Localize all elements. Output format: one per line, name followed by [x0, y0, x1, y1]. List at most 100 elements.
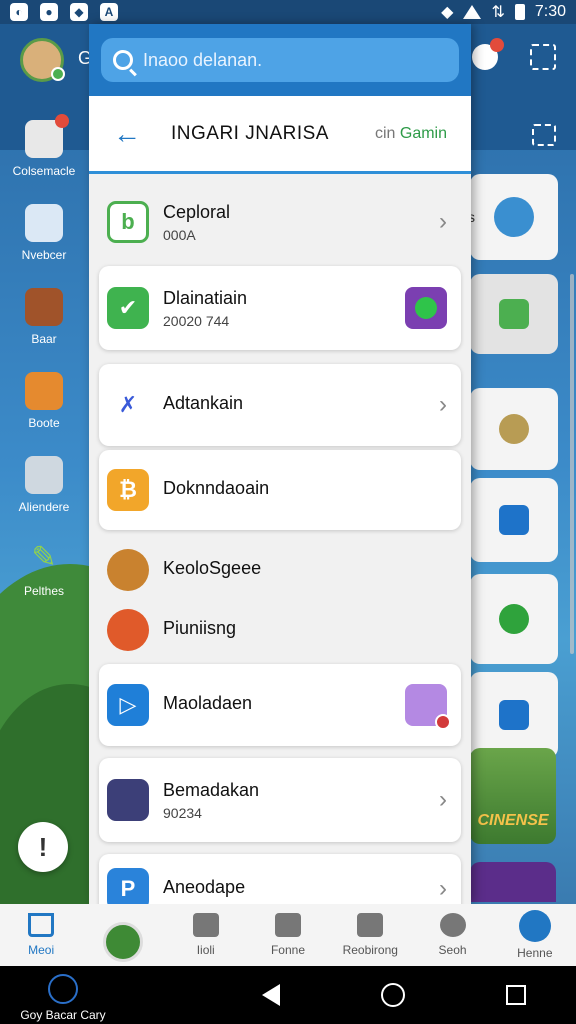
- drawer-subtitle: cin Gamin: [375, 125, 447, 143]
- document-icon: P: [107, 868, 149, 904]
- app-card[interactable]: [470, 274, 558, 354]
- game-title: CINENSE: [477, 812, 549, 829]
- recents-icon[interactable]: [505, 985, 526, 1005]
- game-card[interactable]: [470, 862, 556, 902]
- data-icon: ⇅: [491, 4, 505, 21]
- chevron-right-icon: ›: [439, 391, 447, 418]
- search-input[interactable]: Inaoo delanan.: [101, 38, 459, 82]
- list-item[interactable]: b Ceploral 000A ›: [99, 184, 461, 260]
- item-title: Ceploral: [163, 201, 231, 222]
- item-title: Aneodape: [163, 876, 246, 897]
- rail-item[interactable]: ✎ Pelthes: [0, 540, 88, 598]
- list-item[interactable]: ▷ Maoladaen: [99, 664, 461, 746]
- back-arrow-icon[interactable]: ←: [113, 118, 141, 150]
- profile-icon[interactable]: [472, 38, 504, 70]
- nav-more[interactable]: Henne: [494, 904, 576, 966]
- navigation-drawer: Inaoo delanan. ← INGARI JNARISA cin Gami…: [89, 24, 471, 904]
- item-title: Bemadakan: [163, 779, 260, 800]
- badge: [55, 114, 69, 128]
- gear-icon: [499, 604, 529, 634]
- item-title: Piuniisng: [163, 617, 237, 638]
- status-bar: ◐ ● ◆ A ◆ ⇅ 7:30: [0, 0, 576, 24]
- signal-icon: [463, 5, 482, 19]
- location-card[interactable]: [470, 388, 558, 470]
- character-icon: [107, 779, 149, 821]
- rail-label: Colsemacle: [12, 164, 76, 178]
- search-icon: [113, 50, 133, 70]
- headset-icon: [25, 456, 63, 494]
- nav-store[interactable]: Reobirong: [329, 904, 411, 966]
- item-title: Adtankain: [163, 392, 244, 413]
- pen-icon: ✎: [31, 541, 57, 574]
- layout-card[interactable]: [470, 478, 558, 562]
- bag-icon: [499, 700, 529, 730]
- bottom-navigation: Meoi Iioli Fonne Reobirong Seoh Henne: [0, 904, 576, 966]
- rail-label: Aliendere: [18, 500, 70, 514]
- drawer-top: Inaoo delanan.: [89, 24, 471, 96]
- rail-item[interactable]: Boote: [0, 372, 88, 430]
- character-icon: [107, 549, 149, 591]
- tool-icon: ✗: [118, 392, 138, 417]
- b-icon: [499, 299, 529, 329]
- nav-frame[interactable]: Fonne: [247, 904, 329, 966]
- app-thumbnail-icon: [405, 684, 451, 730]
- list-item[interactable]: Bemadakan 90234 ›: [99, 758, 461, 842]
- grid-icon[interactable]: [530, 44, 556, 70]
- item-subtitle: 000A: [163, 226, 196, 243]
- house-icon: [192, 913, 219, 937]
- chevron-right-icon: ›: [439, 786, 447, 813]
- online-dot: [51, 67, 65, 81]
- notification-icon: ◆: [70, 3, 88, 21]
- grid-icon[interactable]: [532, 124, 556, 146]
- game-card[interactable]: CINENSE: [470, 748, 556, 844]
- box-icon: [25, 372, 63, 410]
- chevron-right-icon: ›: [439, 208, 447, 235]
- nav-label: Iioli: [196, 943, 215, 957]
- subtitle-prefix: cin: [374, 124, 396, 142]
- item-title: Maoladaen: [163, 692, 253, 713]
- search-placeholder: Inaoo delanan.: [143, 49, 263, 70]
- list-item[interactable]: KeoloSgeee: [99, 540, 461, 600]
- battery-icon: [514, 4, 525, 20]
- thumbnail-badge: [435, 714, 451, 730]
- globe-icon: [494, 197, 534, 237]
- world-card[interactable]: s: [468, 174, 558, 260]
- diamond-icon: [518, 910, 551, 942]
- home-circle-icon[interactable]: [380, 983, 405, 1007]
- rail-item[interactable]: Baar: [0, 288, 88, 346]
- help-button[interactable]: !: [18, 822, 68, 872]
- item-title: Doknndaoain: [163, 477, 270, 498]
- notification-badge: [490, 38, 504, 52]
- frame-icon: [274, 913, 301, 937]
- app-thumbnail-icon: [405, 287, 447, 329]
- lock-icon: ₿: [107, 469, 149, 511]
- nav-label: Henne: [517, 946, 553, 960]
- bag-card[interactable]: [470, 672, 558, 758]
- nav-home[interactable]: Meoi: [0, 904, 82, 966]
- wifi-icon: ◆: [441, 4, 454, 21]
- brand-label: Goy Bacar Cary: [20, 1008, 106, 1022]
- nav-profile[interactable]: [82, 904, 164, 966]
- rail-item[interactable]: Nvebcer: [0, 204, 88, 262]
- rail-item[interactable]: Aliendere: [0, 456, 88, 514]
- avatar[interactable]: [20, 38, 65, 82]
- rail-item[interactable]: Colsemacle: [0, 114, 88, 178]
- layout-icon: [499, 505, 529, 535]
- list-item[interactable]: P Aneodape ›: [99, 854, 461, 904]
- list-item[interactable]: ₿ Doknndaoain: [99, 450, 461, 530]
- list-item[interactable]: ✗ Adtankain ›: [99, 364, 461, 446]
- back-icon[interactable]: [261, 984, 280, 1006]
- nav-person[interactable]: Seoh: [411, 904, 493, 966]
- bag-icon: [357, 913, 384, 937]
- nav-house[interactable]: Iioli: [165, 904, 247, 966]
- rail-label: Boote: [28, 416, 60, 430]
- list-item[interactable]: ✔ Dlainatiain 20020 744: [99, 266, 461, 350]
- scrollbar[interactable]: [570, 274, 574, 654]
- fruit-icon: [107, 609, 149, 651]
- brand-logo-icon: [48, 974, 78, 1004]
- nav-label: Meoi: [28, 943, 55, 957]
- list-item[interactable]: Piuniisng: [99, 602, 461, 658]
- shield-icon: b: [107, 201, 149, 243]
- character-icon: [25, 288, 63, 326]
- settings-card[interactable]: [470, 574, 558, 664]
